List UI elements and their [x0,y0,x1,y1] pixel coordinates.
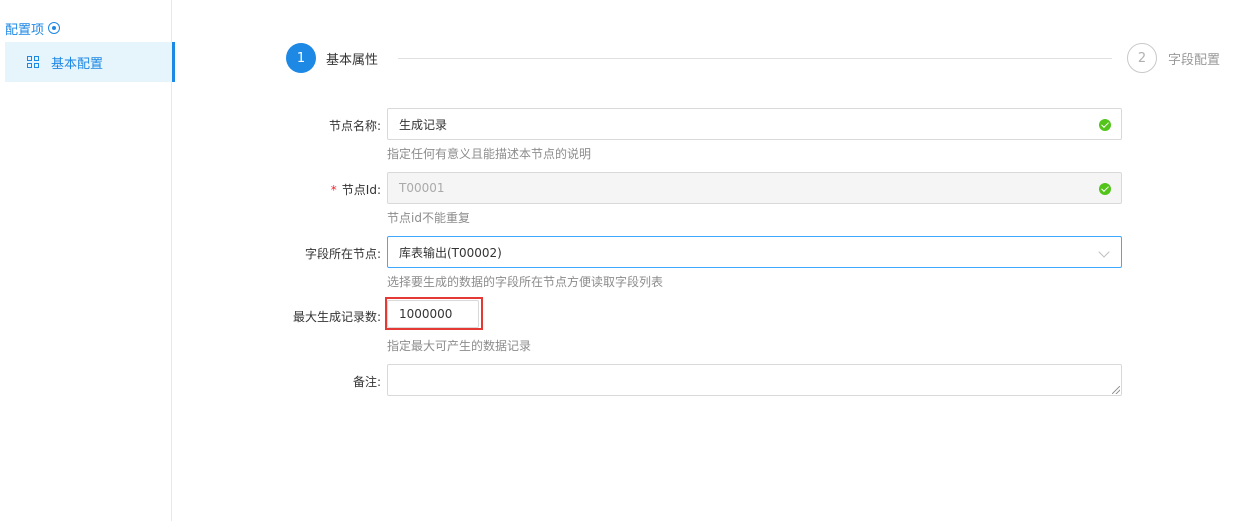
step-2-circle[interactable]: 2 [1127,43,1157,73]
check-circle-icon [1099,183,1111,195]
remark-label: 备注: [352,375,381,389]
step-2-label[interactable]: 字段配置 [1168,49,1220,68]
node-name-help: 指定任何有意义且能描述本节点的说明 [387,147,592,161]
max-records-value: 1000000 [399,307,453,321]
settings-icon[interactable] [48,22,61,34]
node-id-input: T00001 [387,172,1122,204]
node-id-value: T00001 [399,181,445,195]
node-id-label: * 节点Id: [331,181,381,198]
max-records-label: 最大生成记录数: [292,310,381,324]
chevron-down-icon[interactable] [1098,246,1110,258]
sidebar-title: 配置项 [5,18,61,38]
step-1-circle[interactable]: 1 [286,43,316,73]
required-mark: * [330,183,337,197]
max-records-help: 指定最大可产生的数据记录 [387,339,532,353]
check-circle-icon [1099,119,1111,131]
node-name-value: 生成记录 [399,117,448,132]
grid-icon [27,56,39,68]
node-name-label: 节点名称: [328,119,381,133]
node-name-input[interactable]: 生成记录 [387,108,1122,140]
sidebar-item-basic-config[interactable]: 基本配置 [5,42,175,82]
sidebar: 配置项 基本配置 [0,0,175,521]
field-node-value: 库表输出(T00002) [399,245,502,260]
max-records-input[interactable]: 1000000 [387,300,479,328]
step-divider [398,58,1112,59]
remark-textarea[interactable] [387,364,1122,396]
resize-handle-icon[interactable] [1112,386,1120,394]
step-1-label[interactable]: 基本属性 [326,49,378,68]
field-node-help: 选择要生成的数据的字段所在节点方便读取字段列表 [387,275,664,289]
node-id-label-text: 节点Id: [341,183,381,197]
node-id-help: 节点id不能重复 [387,211,470,225]
field-node-select[interactable]: 库表输出(T00002) [387,236,1122,268]
sidebar-item-label: 基本配置 [51,56,104,72]
sidebar-title-label: 配置项 [5,22,45,38]
field-node-label: 字段所在节点: [304,247,381,261]
